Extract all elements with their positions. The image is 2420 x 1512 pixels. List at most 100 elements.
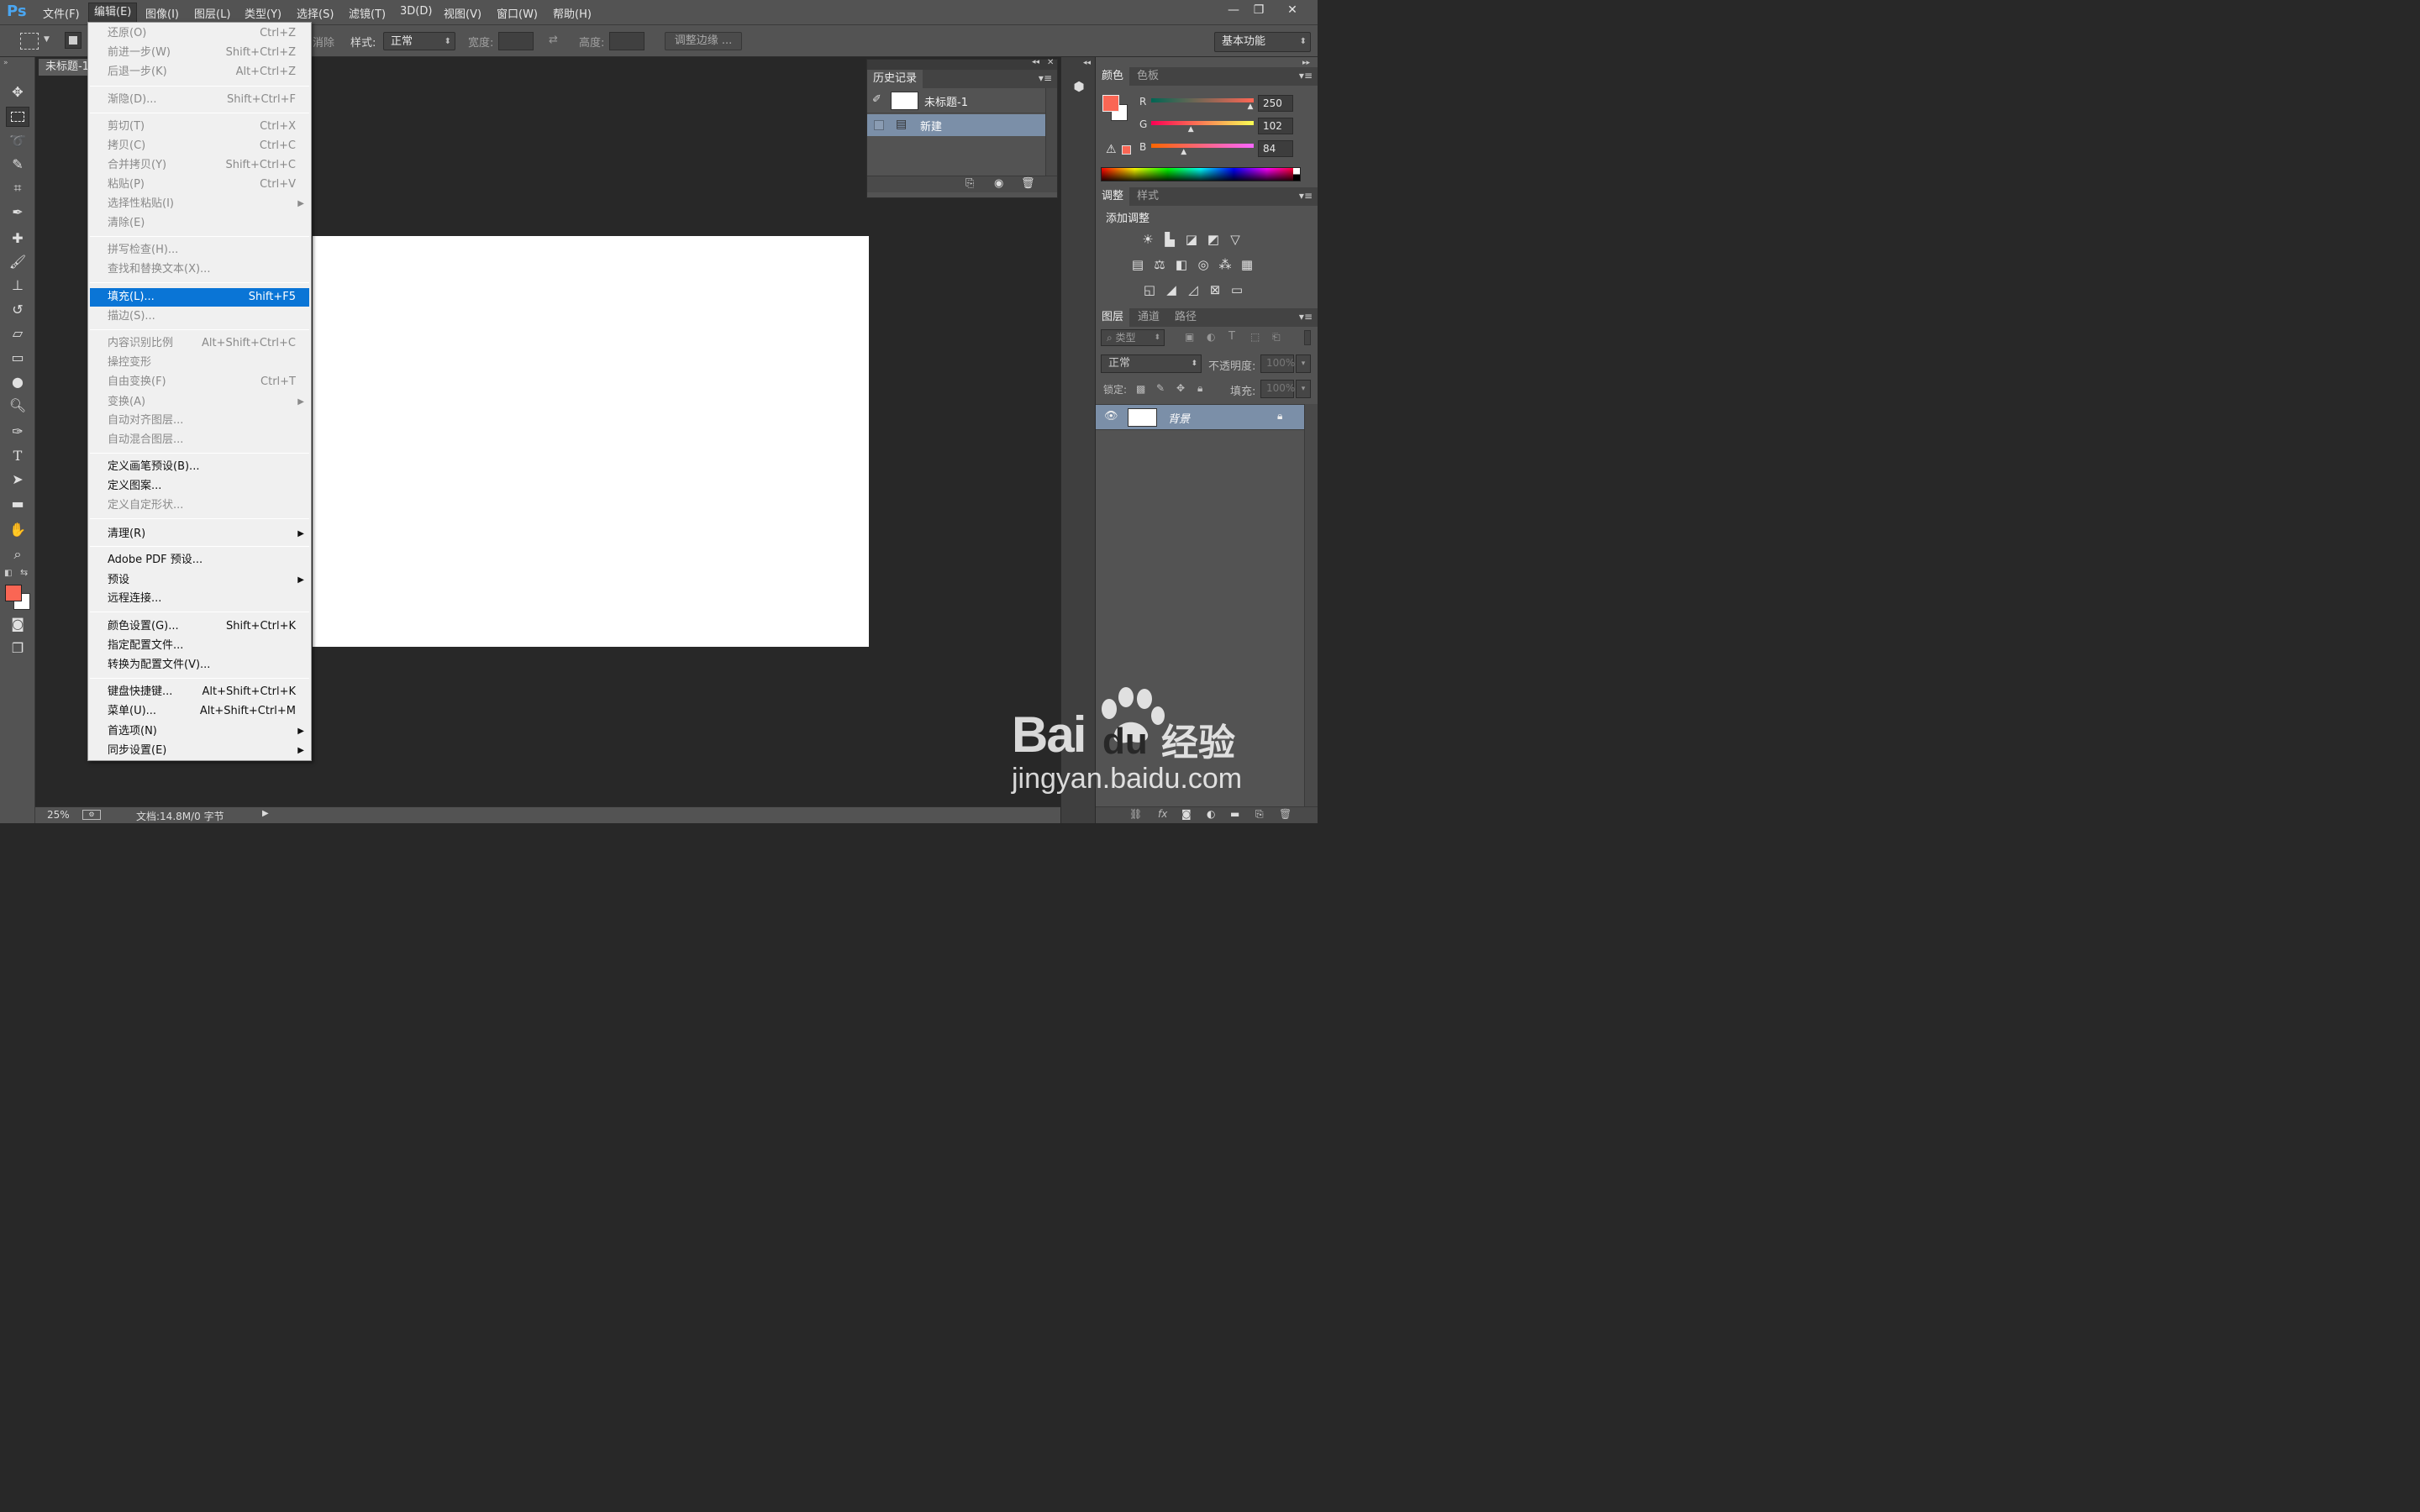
blue-slider[interactable]: ▲	[1151, 144, 1254, 156]
menu-item-stroke[interactable]: 描边(S)...	[90, 307, 309, 326]
levels-icon[interactable]: ▙	[1161, 232, 1178, 247]
filter-smart-object-icon[interactable]: ⎗	[1272, 331, 1281, 344]
menu-type[interactable]: 类型(Y)	[245, 5, 281, 21]
blur-tool-icon[interactable]: ●	[6, 372, 29, 392]
menu-item-transform[interactable]: 变换(A) ▶	[90, 393, 309, 412]
layers-scrollbar[interactable]	[1304, 404, 1318, 806]
menu-item-auto-align-layers[interactable]: 自动对齐图层...	[90, 412, 309, 430]
menu-item-preferences[interactable]: 首选项(N) ▶	[90, 722, 309, 741]
workspace-select[interactable]: 基本功能	[1214, 32, 1311, 52]
restore-button[interactable]: ❐	[1247, 2, 1270, 18]
hue-saturation-icon[interactable]: ▤	[1129, 257, 1146, 272]
lock-position-icon[interactable]: ✥	[1176, 382, 1185, 394]
adjustments-panel-menu-icon[interactable]: ▾≡	[1299, 190, 1313, 202]
posterize-icon[interactable]: ◢	[1163, 282, 1180, 297]
lock-transparent-icon[interactable]: ▩	[1136, 383, 1145, 395]
camera-icon[interactable]: ◉	[994, 177, 1003, 190]
menu-image[interactable]: 图像(I)	[145, 5, 179, 21]
menu-filter[interactable]: 滤镜(T)	[349, 5, 386, 21]
history-snapshot[interactable]: ✐ 未标题-1	[867, 88, 1045, 113]
menu-window[interactable]: 窗口(W)	[497, 5, 538, 21]
delete-layer-icon[interactable]: 🗑︎	[1279, 808, 1292, 820]
menu-item-puppet-warp[interactable]: 操控变形	[90, 354, 309, 372]
zoom-level[interactable]: 25%	[47, 809, 70, 821]
trash-icon[interactable]: 🗑︎	[1021, 177, 1035, 190]
filter-adjustment-icon[interactable]: ◐	[1207, 331, 1215, 343]
tab-channels[interactable]: 通道	[1132, 308, 1165, 327]
dodge-tool-icon[interactable]: 🔍︎	[6, 396, 29, 416]
document-tab[interactable]: 未标题-1	[39, 59, 87, 76]
eyedropper-tool-icon[interactable]: ✒	[6, 202, 29, 223]
style-select[interactable]: 正常	[383, 32, 455, 51]
width-field[interactable]	[498, 32, 534, 50]
document-canvas[interactable]	[313, 236, 869, 647]
green-value-field[interactable]: 102	[1258, 118, 1293, 134]
status-menu-arrow-icon[interactable]: ▶	[262, 809, 269, 818]
menu-item-step-backward[interactable]: 后退一步(K) Alt+Ctrl+Z	[90, 63, 309, 81]
eraser-tool-icon[interactable]: ▱	[6, 323, 29, 344]
hand-tool-icon[interactable]: ✋	[6, 520, 29, 540]
collapse-panel-icon[interactable]: ◂◂	[1032, 58, 1039, 66]
menu-help[interactable]: 帮助(H)	[553, 5, 592, 21]
history-scrollbar[interactable]	[1045, 88, 1057, 176]
close-panel-icon[interactable]: ✕	[1047, 58, 1054, 67]
black-white-icon[interactable]: ◧	[1173, 257, 1190, 272]
tab-swatches[interactable]: 色板	[1131, 67, 1165, 86]
3d-panel-icon[interactable]: ⬢	[1070, 79, 1088, 99]
menu-item-paste[interactable]: 粘贴(P) Ctrl+V	[90, 176, 309, 194]
menu-item-auto-blend-layers[interactable]: 自动混合图层...	[90, 431, 309, 449]
layer-row-background[interactable]: 👁︎ 背景 🔒︎	[1096, 404, 1304, 430]
invert-icon[interactable]: ◱	[1141, 282, 1158, 297]
pen-tool-icon[interactable]: ✑	[6, 422, 29, 442]
screen-mode-icon[interactable]: ❐	[6, 638, 29, 659]
menu-item-define-custom-shape[interactable]: 定义自定形状...	[90, 496, 309, 515]
color-panel-foreground-swatch[interactable]	[1102, 95, 1119, 112]
tab-color[interactable]: 颜色	[1096, 67, 1130, 86]
curves-icon[interactable]: ◪	[1183, 232, 1200, 247]
tab-layers[interactable]: 图层	[1096, 308, 1130, 327]
red-value-field[interactable]: 250	[1258, 95, 1293, 112]
close-window-button[interactable]: ✕	[1281, 2, 1304, 18]
menu-item-assign-profile[interactable]: 指定配置文件...	[90, 637, 309, 655]
menu-layer[interactable]: 图层(L)	[194, 5, 230, 21]
menu-item-keyboard-shortcuts[interactable]: 键盘快捷键... Alt+Shift+Ctrl+K	[90, 683, 309, 701]
menu-item-cut[interactable]: 剪切(T) Ctrl+X	[90, 118, 309, 136]
new-selection-icon[interactable]	[65, 32, 82, 49]
default-colors-icon[interactable]: ◧	[4, 569, 12, 578]
menu-item-convert-to-profile[interactable]: 转换为配置文件(V)...	[90, 656, 309, 675]
path-selection-tool-icon[interactable]: ➤	[6, 470, 29, 490]
foreground-color-swatch[interactable]	[5, 585, 22, 601]
type-tool-icon[interactable]: T	[6, 446, 29, 466]
menu-item-content-aware-scale[interactable]: 内容识别比例 Alt+Shift+Ctrl+C	[90, 334, 309, 353]
filter-pixel-icon[interactable]: ▣	[1185, 331, 1194, 343]
chevron-down-icon[interactable]: ▼	[44, 35, 50, 44]
fill-field[interactable]: 100%	[1260, 380, 1295, 398]
layers-panel-menu-icon[interactable]: ▾≡	[1299, 311, 1313, 323]
menu-item-copy[interactable]: 拷贝(C) Ctrl+C	[90, 137, 309, 155]
menu-item-menus[interactable]: 菜单(U)... Alt+Shift+Ctrl+M	[90, 702, 309, 721]
gamut-color-swatch[interactable]	[1122, 145, 1131, 155]
zoom-tool-icon[interactable]: ⌕	[6, 544, 29, 564]
brush-tool-icon[interactable]: 🖌	[6, 252, 29, 272]
photo-filter-icon[interactable]: ◎	[1195, 257, 1212, 272]
menu-item-remote-connections[interactable]: 远程连接...	[90, 590, 309, 608]
history-brush-tool-icon[interactable]: ↺	[6, 300, 29, 320]
lasso-tool-icon[interactable]: ➰	[6, 131, 29, 151]
marquee-preset-icon[interactable]	[20, 33, 39, 50]
selective-color-icon[interactable]: ⊠	[1207, 282, 1223, 297]
brightness-contrast-icon[interactable]: ☀	[1139, 232, 1156, 247]
tab-adjustments[interactable]: 调整	[1096, 187, 1130, 206]
menu-item-clear[interactable]: 清除(E)	[90, 214, 309, 233]
menu-item-sync-settings[interactable]: 同步设置(E) ▶	[90, 742, 309, 760]
menu-item-color-settings[interactable]: 颜色设置(G)... Shift+Ctrl+K	[90, 617, 309, 636]
exposure-icon[interactable]: ◩	[1205, 232, 1222, 247]
fill-dropdown-icon[interactable]: ▾	[1296, 380, 1311, 398]
refine-edge-button[interactable]: 调整边缘 ...	[665, 32, 742, 50]
blend-mode-select[interactable]: 正常 ⬍	[1101, 354, 1202, 373]
history-step-selected[interactable]: ▤ 新建	[867, 114, 1045, 136]
menu-3d[interactable]: 3D(D)	[400, 5, 432, 18]
menu-item-paste-special[interactable]: 选择性粘贴(I) ▶	[90, 195, 309, 213]
swap-icon[interactable]: ⇄	[549, 34, 558, 46]
lock-image-icon[interactable]: ✎	[1156, 382, 1165, 394]
menu-edit[interactable]: 编辑(E)	[88, 3, 138, 23]
